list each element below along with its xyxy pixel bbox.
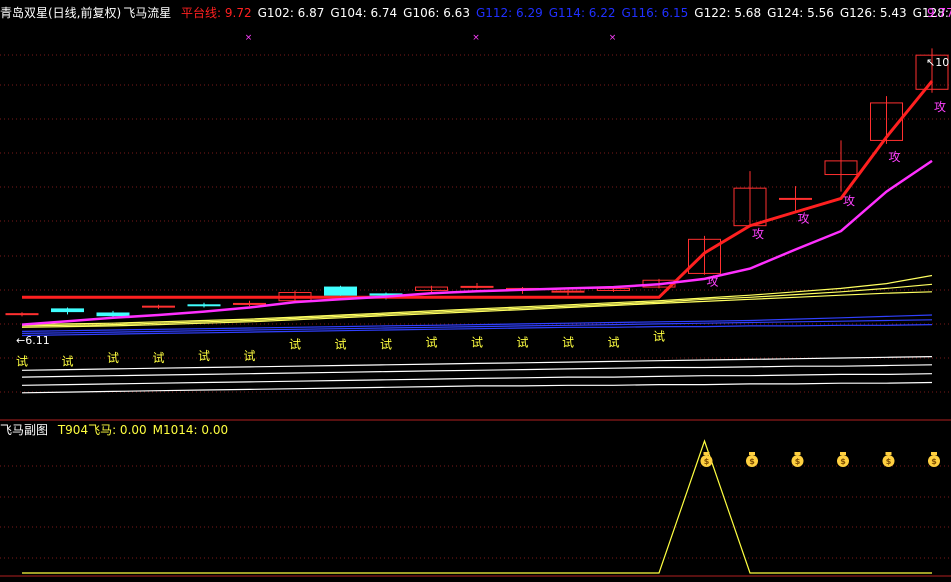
candle-body — [324, 286, 357, 296]
candle-body — [460, 285, 494, 288]
test-marker: 试 — [653, 328, 665, 343]
money-bag-symbol: $ — [704, 457, 710, 466]
test-marker: 试 — [562, 334, 574, 349]
chart-canvas[interactable]: 试试试试试试试试试试试试试试试攻攻攻攻攻攻× × ×←6.11↖10$ $ $ $ $ $ — [0, 0, 951, 579]
attack-marker: 攻 — [934, 100, 946, 114]
sub-value-1: M1014: 0.00 — [152, 423, 229, 437]
indicator-values: 平台线: 9.72 G102: 6.87 G104: 6.74 G106: 6.63 G… — [181, 6, 951, 20]
header-extra-value: 9.77 — [927, 6, 951, 20]
header-value-2: G104: 6.74 — [330, 6, 398, 20]
attack-marker: 攻 — [797, 211, 809, 225]
test-marker: 试 — [16, 353, 28, 368]
upper-band-line — [21, 274, 933, 326]
money-bag-symbol: $ — [840, 457, 846, 466]
header-value-1: G102: 6.87 — [257, 6, 325, 20]
sub-title: 飞马副图 — [0, 423, 49, 437]
header-value-3: G106: 6.63 — [403, 6, 470, 20]
money-bag-icon: $ — [882, 452, 895, 467]
test-marker: 试 — [380, 336, 392, 351]
stock-title: 青岛双星(日线,前复权) — [0, 6, 122, 20]
chart-stage: 试试试试试试试试试试试试试试试攻攻攻攻攻攻 × × × ←6.11 ↖10 $ $ $ $ $ $ 青… — [0, 0, 951, 579]
test-marker: 试 — [152, 350, 164, 365]
header-value-8: G124: 5.56 — [767, 6, 834, 20]
test-marker: 试 — [289, 336, 301, 351]
money-bag-neck — [840, 452, 846, 455]
test-marker: 试 — [471, 334, 483, 349]
high-price-label: ↖10 — [926, 56, 949, 69]
money-bag-neck — [703, 452, 710, 455]
indicator-name: 飞马流星 — [123, 6, 172, 20]
attack-marker: 攻 — [706, 275, 718, 289]
main-header: 青岛双星(日线,前复权) 飞马流星 平台线: 9.72 G102: 6.87 G104… — [0, 6, 951, 20]
attack-marker: 攻 — [888, 150, 900, 164]
test-marker: 试 — [607, 334, 619, 349]
candle-body — [187, 304, 221, 307]
top-marker: × — [245, 33, 253, 43]
money-bag-symbol: $ — [749, 457, 755, 466]
money-bag-neck — [931, 452, 937, 455]
attack-marker: 攻 — [843, 194, 855, 208]
candle-body — [779, 197, 812, 200]
money-bag-symbol: $ — [931, 457, 937, 466]
sub-indicator-values: T904飞马: 0.00 M1014: 0.00 — [58, 423, 234, 437]
attack-line — [21, 159, 933, 326]
candle-body — [142, 305, 175, 308]
candle-body — [551, 290, 585, 293]
test-marker: 试 — [516, 334, 528, 349]
test-marker: 试 — [334, 336, 346, 351]
money-bag-neck — [749, 452, 755, 455]
test-marker: 试 — [243, 348, 255, 363]
money-bag-neck — [794, 452, 801, 455]
money-bag-icon: $ — [791, 452, 804, 467]
candle-body — [96, 312, 130, 317]
test-marker: 试 — [107, 350, 119, 365]
header-value-4: G112: 6.29 — [475, 6, 543, 20]
header-value-9: G126: 5.43 — [839, 6, 907, 20]
candle-body — [233, 302, 266, 305]
sub-header: 飞马副图 T904飞马: 0.00 M1014: 0.00 — [0, 423, 240, 437]
money-bag-icon: $ — [928, 452, 940, 467]
money-bag-icon: $ — [837, 452, 849, 467]
money-bag-symbol: $ — [886, 457, 892, 466]
money-bag-icon: $ — [700, 452, 713, 467]
low-price-label: ←6.11 — [16, 334, 50, 347]
money-bag-symbol: $ — [795, 457, 801, 466]
header-value-7: G122: 5.68 — [694, 6, 762, 20]
header-value-5: G114: 6.22 — [548, 6, 616, 20]
lower-band-line — [21, 381, 933, 394]
test-marker: 试 — [198, 348, 210, 363]
money-bag-icon: $ — [746, 452, 758, 467]
candle-body — [5, 313, 39, 316]
header-value-0: 平台线: 9.72 — [181, 6, 252, 20]
header-value-6: G116: 6.15 — [621, 6, 689, 20]
candle-body — [51, 308, 84, 313]
sub-value-0: T904飞马: 0.00 — [57, 423, 147, 437]
test-marker: 试 — [61, 353, 73, 368]
money-bag-neck — [885, 452, 892, 455]
attack-marker: 攻 — [752, 227, 764, 241]
test-marker: 试 — [425, 334, 437, 349]
top-marker: × — [472, 33, 480, 43]
top-marker: × — [609, 33, 617, 43]
